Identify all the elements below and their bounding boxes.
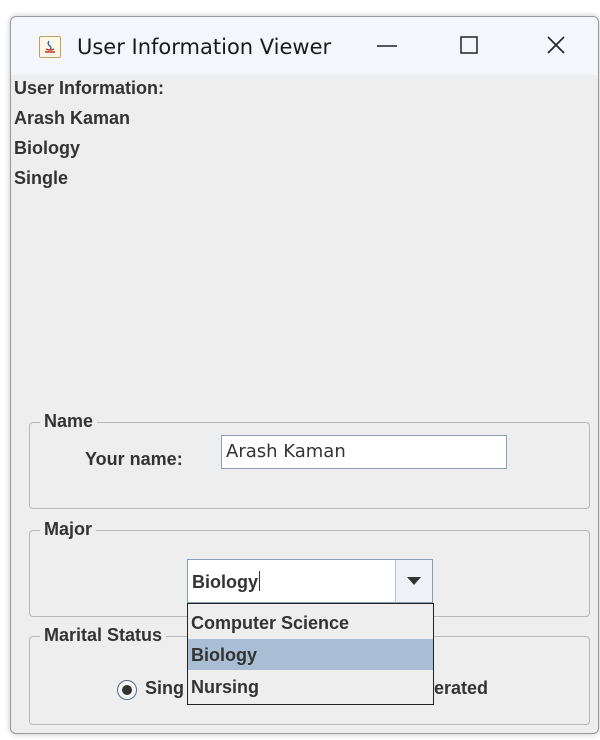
info-marital-status: Single xyxy=(14,168,69,188)
window-title: User Information Viewer xyxy=(77,35,332,59)
info-major: Biology xyxy=(14,138,80,158)
minimize-icon xyxy=(377,45,397,47)
close-button[interactable] xyxy=(534,25,578,65)
maximize-icon xyxy=(460,36,478,54)
radio-separated-label[interactable]: erated xyxy=(434,678,488,699)
info-heading: User Information: xyxy=(14,78,165,98)
major-dropdown-list: Computer Science Biology Nursing xyxy=(187,603,434,705)
dropdown-option-nursing[interactable]: Nursing xyxy=(188,671,433,702)
name-input[interactable]: Arash Kaman xyxy=(221,435,507,469)
java-app-icon xyxy=(39,36,61,58)
radio-single[interactable] xyxy=(117,680,137,700)
close-icon xyxy=(547,36,565,54)
chevron-down-icon xyxy=(407,577,421,585)
major-combobox[interactable]: Biology xyxy=(187,559,433,603)
title-bar[interactable]: User Information Viewer xyxy=(11,17,598,75)
name-label: Your name: xyxy=(85,449,183,469)
major-group-legend: Major xyxy=(40,519,97,540)
dropdown-option-biology[interactable]: Biology xyxy=(188,639,433,670)
major-combobox-value: Biology xyxy=(192,571,260,592)
name-group-legend: Name xyxy=(40,411,98,432)
minimize-button[interactable] xyxy=(365,25,409,65)
major-combobox-arrow-button[interactable] xyxy=(395,560,432,602)
dropdown-option-computer-science[interactable]: Computer Science xyxy=(188,607,433,638)
radio-selected-dot xyxy=(122,685,132,695)
info-name: Arash Kaman xyxy=(14,108,131,128)
marital-status-legend: Marital Status xyxy=(40,625,167,646)
maximize-button[interactable] xyxy=(447,25,491,65)
radio-single-label[interactable]: Sing xyxy=(145,678,184,699)
